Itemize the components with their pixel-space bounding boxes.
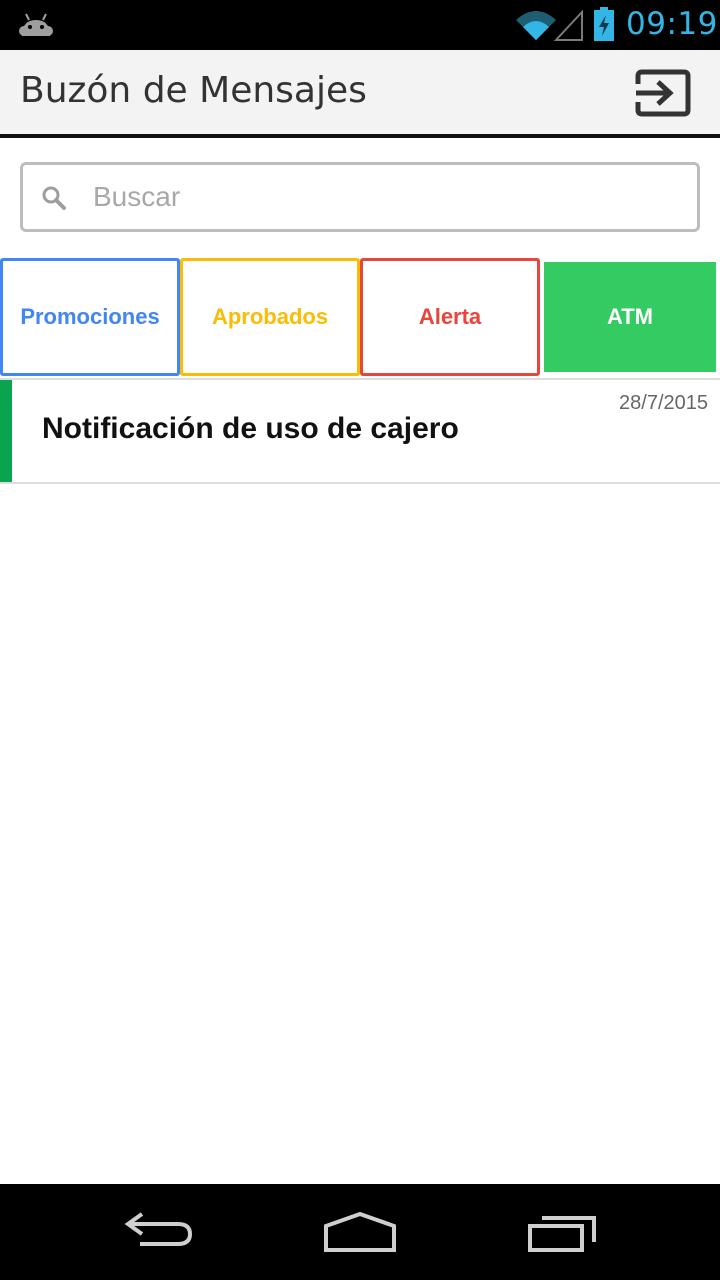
recent-apps-button[interactable] [522, 1206, 602, 1256]
tab-label: Alerta [418, 304, 482, 329]
home-icon [324, 1211, 396, 1252]
tab-label: Aprobados [211, 304, 329, 329]
android-icon [19, 13, 53, 36]
clock: 09:19 [626, 6, 718, 42]
search-box[interactable] [20, 162, 700, 232]
list-item[interactable]: 28/7/2015 Notificación de uso de cajero [0, 378, 720, 484]
app-bar-divider [0, 134, 720, 138]
tab-label: Promociones [20, 304, 160, 329]
search-input[interactable] [93, 175, 683, 219]
tab-aprobados[interactable]: Aprobados [180, 258, 360, 376]
message-date: 28/7/2015 [619, 392, 708, 414]
app-bar: Buzón de Mensajes [0, 50, 720, 134]
signal-icon [554, 9, 583, 41]
logout-icon [635, 69, 691, 117]
page-title: Buzón de Mensajes [20, 70, 367, 111]
search-icon [42, 186, 66, 210]
wifi-icon [516, 11, 556, 40]
navigation-bar [0, 1184, 720, 1280]
tab-alerta[interactable]: Alerta [360, 258, 540, 376]
tab-atm[interactable]: ATM [544, 262, 716, 372]
tab-promociones[interactable]: Promociones [0, 258, 180, 376]
category-accent-bar [0, 380, 12, 482]
message-list: 28/7/2015 Notificación de uso de cajero [0, 378, 720, 484]
status-bar: 09:19 [0, 0, 720, 50]
home-button[interactable] [320, 1206, 400, 1256]
back-icon [124, 1212, 193, 1246]
screen: 09:19 Buzón de Mensajes Promociones Apro… [0, 0, 720, 1280]
recent-apps-icon [528, 1216, 596, 1252]
logout-button[interactable] [634, 68, 692, 118]
tab-label: ATM [606, 304, 654, 329]
message-title: Notificación de uso de cajero [42, 412, 459, 445]
back-button[interactable] [120, 1206, 200, 1256]
battery-charging-icon [594, 7, 614, 41]
